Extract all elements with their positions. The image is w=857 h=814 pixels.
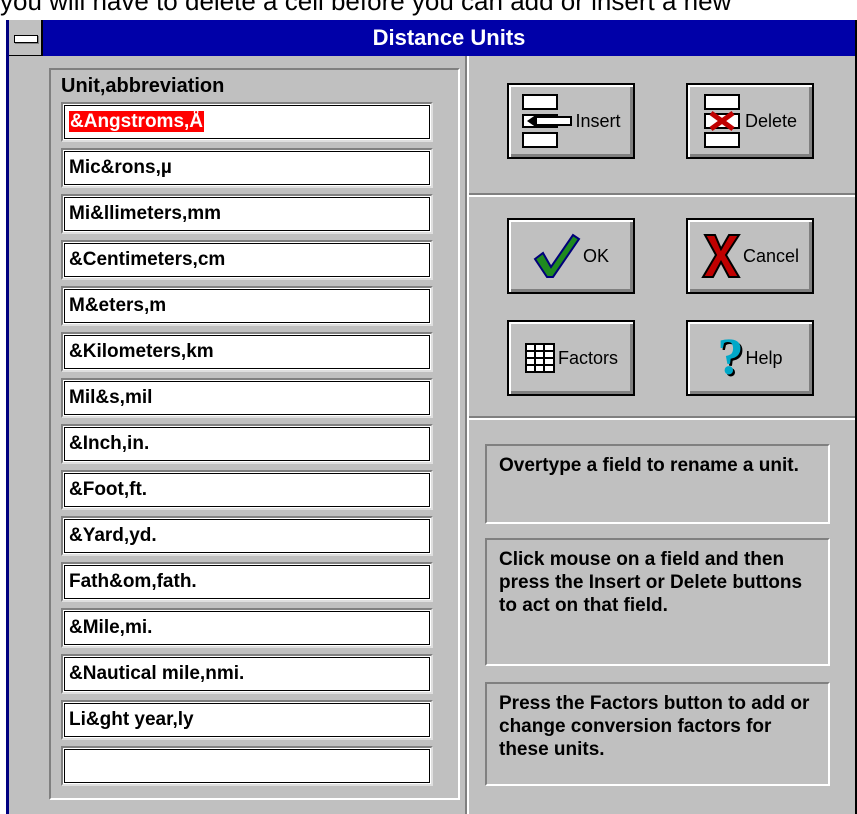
unit-list-label: Unit,abbreviation xyxy=(61,75,225,97)
help-button-label: Help xyxy=(745,347,783,368)
unit-field[interactable]: Mil&s,mil xyxy=(61,378,433,418)
unit-field[interactable]: M&eters,m xyxy=(61,286,433,326)
system-menu-icon xyxy=(14,35,38,43)
unit-field[interactable]: &Inch,in. xyxy=(61,424,433,464)
delete-icon xyxy=(703,93,743,149)
unit-field[interactable]: &Kilometers,km xyxy=(61,332,433,372)
ok-button-label: OK xyxy=(582,245,609,266)
unit-field[interactable]: &Angstroms,Å xyxy=(61,102,433,142)
factors-button-label: Factors xyxy=(557,347,618,368)
background-document-text: you will have to delete a cell before yo… xyxy=(0,0,732,16)
unit-field[interactable]: Li&ght year,ly xyxy=(61,700,433,740)
vertical-divider xyxy=(465,56,469,814)
unit-field[interactable] xyxy=(61,746,433,786)
help-button[interactable]: ? Help xyxy=(686,320,814,396)
unit-field[interactable]: Mic&rons,µ xyxy=(61,148,433,188)
system-menu-button[interactable] xyxy=(9,20,43,56)
delete-button[interactable]: Delete xyxy=(686,83,814,159)
unit-field[interactable]: &Yard,yd. xyxy=(61,516,433,556)
insert-button-label: Insert xyxy=(575,110,621,131)
dialog-title: Distance Units xyxy=(372,25,526,50)
cancel-button-label: Cancel xyxy=(742,245,800,266)
question-mark-icon: ? xyxy=(717,329,744,386)
table-grid-icon xyxy=(524,342,556,374)
insert-icon xyxy=(521,93,573,149)
unit-field[interactable]: &Foot,ft. xyxy=(61,470,433,510)
title-bar[interactable]: Distance Units xyxy=(9,20,855,56)
checkmark-icon xyxy=(533,231,581,281)
hint-factors: Press the Factors button to add or chang… xyxy=(485,682,830,786)
factors-button[interactable]: Factors xyxy=(507,320,635,396)
unit-field[interactable]: &Mile,mi. xyxy=(61,608,433,648)
unit-field[interactable]: Mi&llimeters,mm xyxy=(61,194,433,234)
hint-insert-delete: Click mouse on a field and then press th… xyxy=(485,538,830,666)
unit-field[interactable]: Fath&om,fath. xyxy=(61,562,433,602)
unit-field[interactable]: &Centimeters,cm xyxy=(61,240,433,280)
delete-button-label: Delete xyxy=(744,110,798,131)
hint-rename: Overtype a field to rename a unit. xyxy=(485,444,830,524)
divider-bottom xyxy=(469,416,855,420)
ok-button[interactable]: OK xyxy=(507,218,635,294)
cancel-button[interactable]: Cancel xyxy=(686,218,814,294)
selected-text: &Angstroms,Å xyxy=(69,111,205,132)
cancel-x-icon xyxy=(701,231,741,281)
insert-button[interactable]: Insert xyxy=(507,83,635,159)
unit-field[interactable]: &Nautical mile,nmi. xyxy=(61,654,433,694)
divider-top xyxy=(469,193,855,197)
distance-units-dialog: Distance Units Unit,abbreviation &Angstr… xyxy=(6,20,857,814)
